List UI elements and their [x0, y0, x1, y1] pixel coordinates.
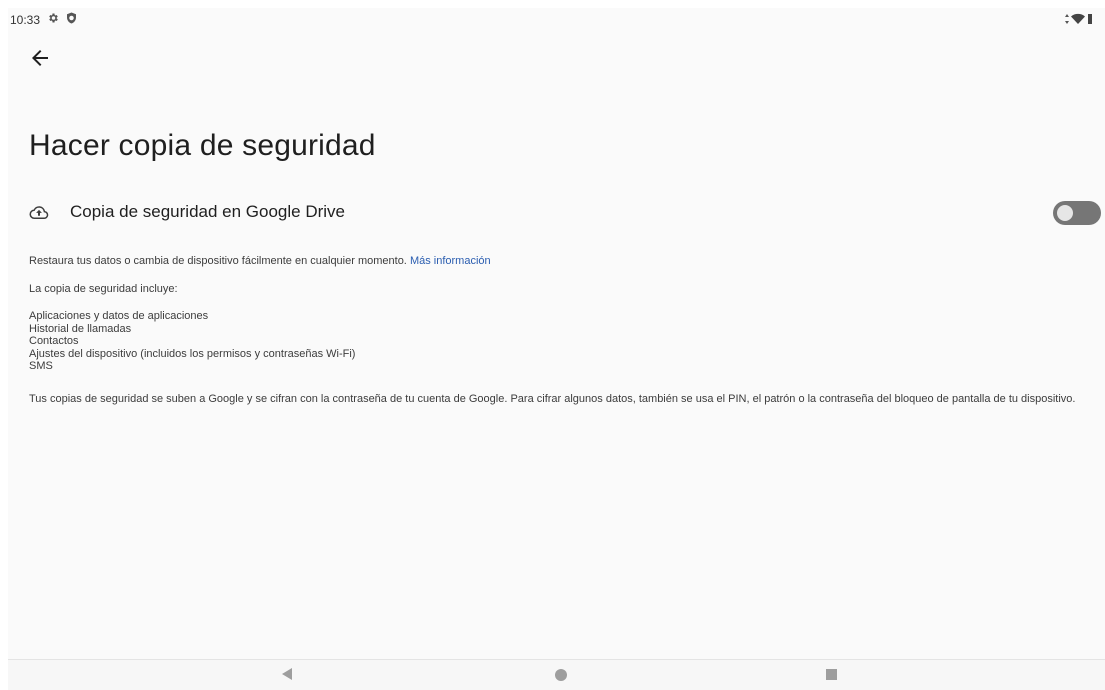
page-title: Hacer copia de seguridad — [29, 129, 376, 162]
back-button[interactable] — [28, 46, 52, 70]
nav-home-icon[interactable] — [555, 669, 567, 681]
includes-title: La copia de seguridad incluye: — [29, 283, 178, 295]
encryption-description: Tus copias de seguridad se suben a Googl… — [29, 393, 1076, 405]
arrow-left-icon — [32, 50, 48, 66]
settings-screen: 10:33 Hacer copia de seguridad Copia de … — [8, 8, 1105, 690]
battery-icon — [1088, 14, 1092, 24]
includes-list: Aplicaciones y datos de aplicaciones His… — [29, 310, 355, 373]
nav-back-icon[interactable] — [280, 667, 294, 681]
google-drive-backup-setting[interactable]: Copia de seguridad en Google Drive — [8, 196, 1105, 230]
restore-text: Restaura tus datos o cambia de dispositi… — [29, 255, 407, 267]
list-item: Historial de llamadas — [29, 322, 132, 335]
navigation-bar — [8, 659, 1105, 690]
shield-icon — [67, 12, 76, 24]
list-item: Ajustes del dispositivo (incluidos los p… — [29, 347, 356, 360]
backup-toggle[interactable] — [1053, 201, 1101, 225]
list-item: SMS — [29, 360, 53, 372]
gear-icon — [49, 13, 58, 23]
data-arrows-icon — [1065, 14, 1069, 24]
cloud-upload-icon — [29, 206, 49, 219]
status-icons-right — [1065, 13, 1092, 24]
list-item: Aplicaciones y datos de aplicaciones — [29, 310, 209, 322]
list-item: Contactos — [29, 335, 79, 347]
wifi-icon — [1071, 13, 1085, 24]
nav-recents-icon[interactable] — [826, 669, 837, 680]
setting-label: Copia de seguridad en Google Drive — [70, 202, 346, 221]
status-time: 10:33 — [10, 13, 41, 27]
status-bar: 10:33 — [8, 8, 1105, 32]
learn-more-link[interactable]: Más información — [410, 255, 491, 267]
toggle-thumb — [1057, 205, 1073, 221]
restore-description: Restaura tus datos o cambia de dispositi… — [29, 255, 491, 268]
